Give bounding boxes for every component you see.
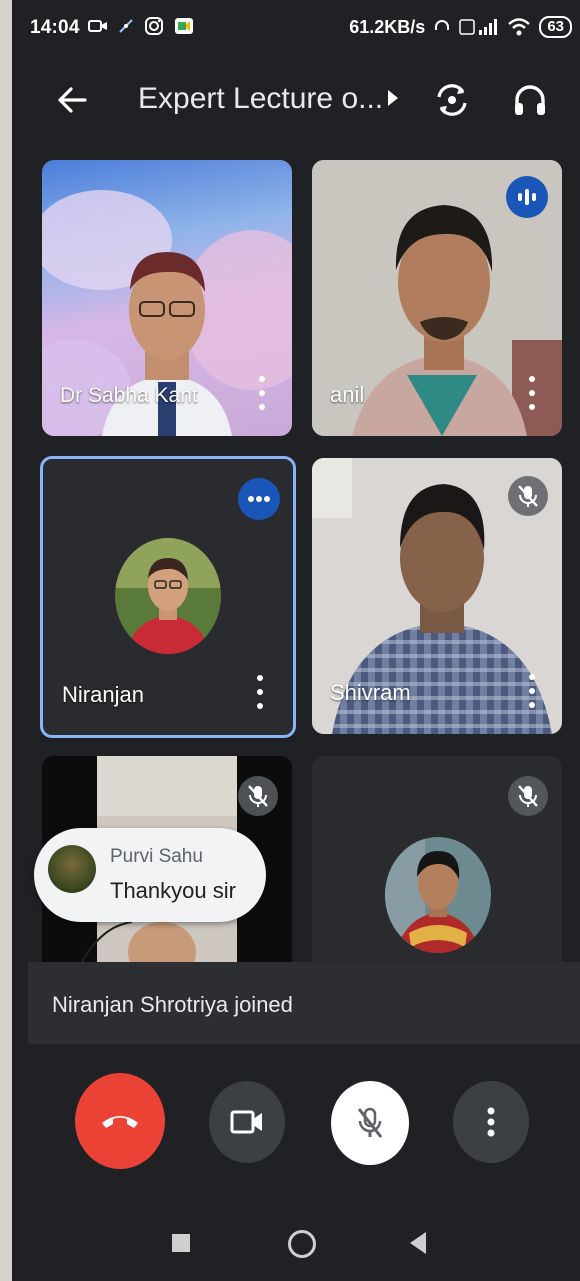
participant-tile-shivram[interactable]: Shivram: [312, 458, 562, 734]
battery-indicator: 63: [539, 16, 572, 38]
recents-button[interactable]: [172, 1234, 190, 1252]
video-notification-icon: [88, 20, 107, 32]
system-navigation-bar: [12, 1210, 580, 1281]
muted-indicator: [508, 476, 548, 516]
muted-indicator: [238, 776, 278, 816]
status-notification-icons: [88, 16, 194, 36]
camera-toggle-button[interactable]: [209, 1081, 285, 1163]
participant-tile-6[interactable]: [312, 756, 562, 962]
switch-camera-button[interactable]: [430, 78, 474, 122]
join-notification-text: Niranjan Shrotriya joined: [52, 992, 293, 1017]
headset-status-icon: [435, 20, 450, 30]
wifi-icon: [508, 18, 531, 36]
mic-off-icon: [518, 485, 538, 507]
system-back-button[interactable]: [410, 1232, 426, 1254]
status-right: 61.2KB/s 63: [349, 16, 572, 38]
left-edge-strip: [0, 0, 12, 1281]
network-speed: 61.2KB/s: [349, 16, 426, 37]
meet-call-screen: 14:04 61.2KB/s 63 Expert Lecture o... Dr…: [12, 0, 580, 1281]
participant-name: Dr Sabha Kant: [60, 384, 198, 407]
mic-off-icon: [248, 785, 268, 807]
mic-toggle-button[interactable]: [331, 1081, 409, 1165]
muted-indicator: [508, 776, 548, 816]
meet-app-icon: [175, 18, 193, 34]
switch-camera-icon: [437, 84, 467, 116]
phone-hangup-icon: [102, 1116, 138, 1128]
more-options-button[interactable]: [453, 1081, 529, 1163]
participant-tile-anil[interactable]: anil: [312, 160, 562, 436]
instagram-icon: [145, 17, 163, 35]
speaking-indicator: [506, 176, 548, 218]
avatar: [385, 837, 491, 953]
end-call-button[interactable]: [75, 1073, 165, 1169]
volte-signal-icon: [459, 19, 498, 35]
back-button[interactable]: [52, 80, 92, 120]
speaking-indicator: [238, 478, 280, 520]
chat-sender-name: Purvi Sahu: [110, 846, 203, 867]
chat-message-text: Thankyou sir: [110, 878, 236, 903]
audio-dots-icon: [248, 496, 270, 502]
participant-name: Niranjan: [62, 682, 144, 707]
headphones-icon: [515, 85, 545, 115]
participant-menu-button[interactable]: [524, 674, 540, 708]
audio-output-button[interactable]: [508, 78, 552, 122]
chat-message-bubble[interactable]: Purvi Sahu Thankyou sir: [34, 828, 266, 922]
status-time: 14:04: [30, 17, 80, 38]
participant-tile-niranjan[interactable]: Niranjan: [40, 456, 296, 738]
more-vertical-icon: [487, 1107, 495, 1137]
meeting-title[interactable]: Expert Lecture o...: [138, 82, 383, 116]
video-camera-icon: [230, 1110, 262, 1134]
mic-off-icon: [357, 1107, 383, 1138]
arrow-left-icon: [58, 87, 87, 113]
participant-menu-button[interactable]: [252, 675, 268, 709]
signal-notification-icon: [119, 19, 133, 33]
mic-off-icon: [518, 785, 538, 807]
audio-level-icon: [518, 189, 536, 205]
participant-name: Shivram: [330, 680, 411, 705]
status-bar: 14:04 61.2KB/s 63: [12, 0, 580, 60]
participant-name: anil: [330, 382, 365, 407]
participant-menu-button[interactable]: [254, 376, 270, 410]
chat-sender-avatar: [48, 845, 96, 893]
avatar: [115, 538, 221, 654]
participant-menu-button[interactable]: [524, 376, 540, 410]
join-notification: Niranjan Shrotriya joined: [28, 962, 580, 1044]
home-button[interactable]: [288, 1230, 316, 1258]
call-top-bar: Expert Lecture o...: [12, 66, 580, 134]
participant-tile-dr-sabha-kant[interactable]: Dr Sabha Kant: [42, 160, 292, 436]
meeting-details-arrow-icon[interactable]: [388, 90, 398, 106]
